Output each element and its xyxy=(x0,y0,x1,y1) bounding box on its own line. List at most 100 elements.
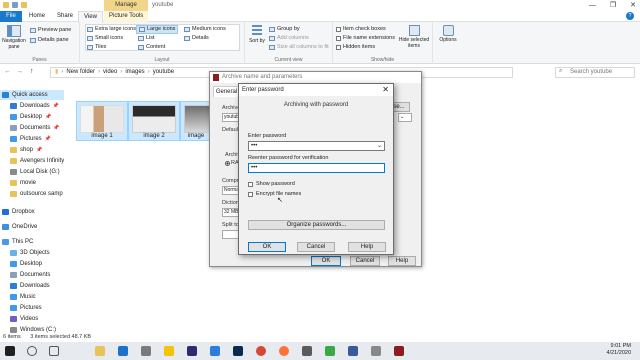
breadcrumb-new-folder[interactable]: New folder xyxy=(66,68,95,77)
sidebar-item[interactable]: Desktop xyxy=(0,259,42,269)
help-icon[interactable]: ? xyxy=(626,12,634,20)
sidebar-item[interactable]: Pictures 📌 xyxy=(0,134,53,144)
sidebar-item[interactable]: movie xyxy=(0,178,36,188)
sidebar-item[interactable]: Documents 📌 xyxy=(0,123,62,133)
show-password-checkbox[interactable]: Show password xyxy=(248,181,295,187)
task-view-icon[interactable] xyxy=(49,346,59,356)
sort-by-button[interactable]: Sort by xyxy=(248,25,266,44)
tab-share[interactable]: Share xyxy=(52,11,78,22)
sidebar-item[interactable]: Music xyxy=(0,292,36,302)
app-icon[interactable] xyxy=(187,346,197,356)
maximize-button[interactable]: ❐ xyxy=(610,0,616,11)
sidebar-item[interactable]: Pictures xyxy=(0,303,42,313)
search-icon[interactable] xyxy=(27,346,37,356)
taskbar-clock[interactable]: 9:01 PM 4/21/2020 xyxy=(607,343,631,357)
forward-button[interactable]: → xyxy=(16,68,23,75)
manage-tab[interactable]: Manage xyxy=(104,0,148,11)
sidebar-item[interactable]: Downloads xyxy=(0,281,50,291)
back-button[interactable]: ← xyxy=(4,68,11,75)
app-icon[interactable] xyxy=(348,346,358,356)
sidebar-item[interactable]: OneDrive xyxy=(0,222,37,232)
encrypt-file-names-checkbox[interactable]: Encrypt file names xyxy=(248,191,301,197)
size-all-columns-button[interactable]: Size all columns to fit xyxy=(269,44,329,51)
file-name[interactable]: image 1 xyxy=(77,133,127,139)
format-rar-radio[interactable]: RA xyxy=(225,160,239,166)
password-ok-button[interactable]: OK xyxy=(248,242,286,252)
layout-list[interactable]: List xyxy=(138,35,155,42)
archive-cancel-button[interactable]: Cancel xyxy=(350,256,380,266)
store-icon[interactable] xyxy=(141,346,151,356)
edge-icon[interactable] xyxy=(118,346,128,356)
archive-ok-button[interactable]: OK xyxy=(311,256,341,266)
file-thumbnail[interactable] xyxy=(132,105,176,133)
tab-file[interactable]: File xyxy=(0,11,22,22)
chrome-icon[interactable] xyxy=(256,346,266,356)
file-explorer-icon[interactable] xyxy=(95,346,105,356)
app-icon[interactable] xyxy=(164,346,174,356)
organize-passwords-button[interactable]: Organize passwords... xyxy=(248,220,385,230)
sidebar-item[interactable]: Avengers Infinity xyxy=(0,156,64,166)
breadcrumb-video[interactable]: video xyxy=(103,68,117,77)
archive-help-button[interactable]: Help xyxy=(388,256,416,266)
sidebar-item[interactable]: Desktop 📌 xyxy=(0,112,53,122)
photoshop-icon[interactable] xyxy=(233,346,243,356)
sidebar-item[interactable]: This PC xyxy=(0,237,33,247)
sidebar-item[interactable]: 3D Objects xyxy=(0,248,50,258)
hide-selected-items-button[interactable]: Hide selected items xyxy=(397,25,431,49)
tab-home[interactable]: Home xyxy=(24,11,50,22)
sidebar-item[interactable]: Downloads 📌 xyxy=(0,101,61,111)
close-button[interactable]: ✕ xyxy=(630,0,636,11)
app-icon[interactable] xyxy=(325,346,335,356)
preview-pane-button[interactable]: Preview pane xyxy=(30,27,71,34)
new-folder-icon[interactable] xyxy=(21,2,27,8)
navigation-pane-button[interactable]: Navigation pane xyxy=(1,25,27,50)
sidebar-item[interactable]: outsource samp xyxy=(0,189,63,199)
sidebar-item[interactable]: Videos xyxy=(0,314,38,324)
layout-extra-large-icons[interactable]: Extra large icons xyxy=(87,26,136,33)
app-icon[interactable] xyxy=(210,346,220,356)
properties-icon[interactable] xyxy=(12,2,18,8)
add-columns-button[interactable]: Add columns xyxy=(269,35,309,42)
winrar-icon[interactable] xyxy=(394,346,404,356)
layout-tiles[interactable]: Tiles xyxy=(87,44,106,51)
sidebar-item[interactable]: Quick access xyxy=(0,90,64,100)
layout-large-icons[interactable]: Large icons xyxy=(136,25,179,34)
firefox-icon[interactable] xyxy=(279,346,289,356)
file-thumbnail[interactable] xyxy=(80,105,124,133)
start-icon[interactable] xyxy=(5,346,15,356)
tab-view[interactable]: View xyxy=(78,11,103,22)
folder-icon[interactable] xyxy=(3,2,9,8)
app-icon[interactable] xyxy=(371,346,381,356)
layout-small-icons[interactable]: Small icons xyxy=(87,35,123,42)
group-by-button[interactable]: Group by xyxy=(269,26,300,33)
sidebar-item[interactable]: shop 📌 xyxy=(0,145,44,155)
app-icon[interactable] xyxy=(302,346,312,356)
details-pane-button[interactable]: Details pane xyxy=(30,37,69,44)
minimize-button[interactable]: — xyxy=(589,0,596,11)
search-input[interactable]: Search youtube xyxy=(555,67,635,78)
password-field[interactable]: ••• ⌄ xyxy=(248,141,385,151)
up-button[interactable]: ↑ xyxy=(30,68,34,75)
file-name-extensions-toggle[interactable]: File name extensions xyxy=(336,35,395,42)
chevron-down-icon[interactable]: ⌄ xyxy=(377,142,382,150)
hidden-items-toggle[interactable]: Hidden items xyxy=(336,44,375,51)
options-button[interactable]: Options xyxy=(436,25,460,43)
file-name[interactable]: image 2 xyxy=(129,133,179,139)
reenter-password-field[interactable]: ••• xyxy=(248,163,385,173)
tab-picture-tools[interactable]: Picture Tools xyxy=(104,11,149,22)
tab-general[interactable]: General xyxy=(213,86,240,97)
layout-content[interactable]: Content xyxy=(138,44,165,51)
sidebar-item[interactable]: Local Disk (G:) xyxy=(0,167,60,177)
password-cancel-button[interactable]: Cancel xyxy=(297,242,335,252)
layout-medium-icons[interactable]: Medium icons xyxy=(184,26,226,33)
sidebar-item[interactable]: Dropbox xyxy=(0,207,35,217)
item-check-boxes-toggle[interactable]: Item check boxes xyxy=(336,26,386,33)
breadcrumb-images[interactable]: images xyxy=(125,68,144,77)
sidebar-item[interactable]: Documents xyxy=(0,270,50,280)
sidebar-item[interactable]: Windows (C:) xyxy=(0,325,56,333)
breadcrumb-youtube[interactable]: youtube xyxy=(153,68,174,77)
archive-name-dropdown[interactable]: ⌄ xyxy=(398,113,412,122)
close-icon[interactable]: ✕ xyxy=(382,84,389,96)
layout-details[interactable]: Details xyxy=(184,35,209,42)
password-help-button[interactable]: Help xyxy=(348,242,386,252)
